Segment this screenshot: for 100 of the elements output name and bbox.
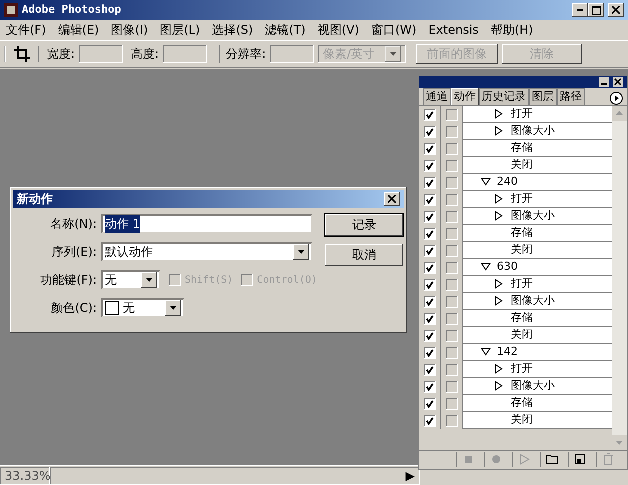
panel-tab[interactable]: 路径 (557, 88, 585, 105)
dialog-toggle-box[interactable] (446, 126, 458, 138)
enable-checkbox[interactable] (424, 398, 436, 410)
maximize-button[interactable] (588, 3, 604, 17)
dropdown-arrow-button[interactable] (141, 272, 157, 288)
dialog-toggle-box[interactable] (446, 296, 458, 308)
menu-item[interactable]: 滤镜(T) (259, 21, 312, 39)
action-step-label[interactable]: 打开 (511, 360, 533, 378)
checkmark-icon (426, 212, 434, 220)
dialog-toggle-box[interactable] (446, 398, 458, 410)
action-set-label[interactable]: 630 (497, 258, 518, 276)
zoom-field[interactable]: 33.33% (0, 466, 50, 484)
dialog-toggle-box[interactable] (446, 108, 458, 120)
menu-item[interactable]: 文件(F) (0, 21, 52, 39)
close-button[interactable] (613, 77, 623, 87)
action-step-label[interactable]: 存储 (511, 310, 533, 326)
dialog-toggle-box[interactable] (446, 176, 458, 188)
action-step-label[interactable]: 关闭 (511, 156, 533, 174)
enable-checkbox[interactable] (424, 108, 436, 120)
enable-checkbox[interactable] (424, 176, 436, 188)
enable-checkbox[interactable] (424, 278, 436, 290)
dialog-toggle-box[interactable] (446, 142, 458, 154)
enable-checkbox[interactable] (424, 194, 436, 206)
action-step-label[interactable]: 存储 (511, 224, 533, 242)
dialog-toggle-box[interactable] (446, 262, 458, 274)
menu-item[interactable]: 编辑(E) (52, 21, 106, 39)
dialog-button[interactable]: 记录 (325, 214, 404, 236)
field-label: 颜色(C): (50, 300, 97, 317)
input-field[interactable] (163, 45, 208, 63)
panel-tab[interactable]: 通道 (423, 88, 451, 105)
menu-item[interactable]: 视图(V) (312, 21, 366, 39)
enable-checkbox[interactable] (424, 262, 436, 274)
dialog-toggle-box[interactable] (446, 194, 458, 206)
enable-checkbox[interactable] (424, 244, 436, 256)
set-select[interactable]: 默认动作 (101, 242, 313, 262)
dialog-toggle-box[interactable] (446, 380, 458, 392)
dialog-toggle-box[interactable] (446, 278, 458, 290)
panel-tab[interactable]: 图层 (529, 88, 557, 105)
menu-item[interactable]: 选择(S) (206, 21, 260, 39)
status-menu-arrow[interactable]: ▶ (402, 466, 419, 484)
dialog-toggle-box[interactable] (446, 364, 458, 376)
dialog-toggle-box[interactable] (446, 330, 458, 342)
input-field[interactable] (79, 45, 124, 63)
expanded-triangle-icon[interactable] (481, 178, 491, 186)
minimize-button[interactable] (599, 77, 609, 87)
expanded-triangle-icon[interactable] (481, 348, 491, 356)
action-step-label[interactable]: 打开 (511, 190, 533, 208)
dialog-toggle-box[interactable] (446, 414, 458, 426)
function-key-select[interactable]: 无 (101, 270, 161, 290)
action-step-label[interactable]: 关闭 (511, 326, 533, 344)
field-label: 分辨率: (219, 45, 266, 63)
enable-checkbox[interactable] (424, 346, 436, 358)
dropdown-arrow-icon (170, 306, 176, 310)
menu-item[interactable]: 图像(I) (105, 21, 154, 39)
input-field[interactable] (270, 45, 314, 63)
dialog-toggle-box[interactable] (446, 160, 458, 172)
dropdown-arrow-button[interactable] (293, 244, 309, 260)
enable-checkbox[interactable] (424, 228, 436, 240)
menu-item[interactable]: 帮助(H) (484, 21, 540, 39)
expanded-triangle-icon[interactable] (481, 263, 491, 271)
enable-checkbox[interactable] (424, 210, 436, 222)
field-label: 高度: (131, 46, 160, 63)
action-step-label[interactable]: 关闭 (511, 412, 533, 428)
dialog-toggle-box[interactable] (446, 312, 458, 324)
menu-item[interactable]: 窗口(W) (365, 21, 423, 39)
enable-checkbox[interactable] (424, 364, 436, 376)
color-select[interactable]: 无 (101, 298, 185, 318)
dialog-toggle-box[interactable] (446, 244, 458, 256)
enable-checkbox[interactable] (424, 414, 436, 426)
enable-checkbox[interactable] (424, 160, 436, 172)
action-set-label[interactable]: 240 (497, 174, 518, 190)
enable-checkbox[interactable] (424, 296, 436, 308)
checkmark-icon (426, 144, 434, 152)
checkmark-icon (426, 382, 434, 390)
menu-item[interactable]: Extensis (422, 21, 485, 39)
enable-checkbox[interactable] (424, 126, 436, 138)
action-step-label[interactable]: 存储 (511, 394, 533, 412)
action-set-label[interactable]: 142 (497, 344, 518, 360)
dialog-button[interactable]: 取消 (325, 244, 404, 266)
enable-checkbox[interactable] (424, 330, 436, 342)
enable-checkbox[interactable] (424, 380, 436, 392)
enable-checkbox[interactable] (424, 312, 436, 324)
action-step-label[interactable]: 关闭 (511, 242, 533, 258)
name-input[interactable]: 动作 1 (101, 214, 313, 234)
panel-tab[interactable]: 动作 (451, 88, 479, 105)
action-step-label[interactable]: 打开 (511, 106, 533, 122)
crop-tool-button[interactable] (4, 46, 39, 62)
action-step-label[interactable]: 打开 (511, 276, 533, 292)
minimize-button[interactable] (572, 3, 588, 17)
panel-menu-icon[interactable] (610, 92, 623, 105)
enable-checkbox[interactable] (424, 142, 436, 154)
dialog-toggle-box[interactable] (446, 210, 458, 222)
close-icon (388, 195, 396, 203)
close-icon (612, 6, 620, 14)
panel-tab[interactable]: 历史记录 (479, 88, 529, 105)
dialog-toggle-box[interactable] (446, 228, 458, 240)
menu-item[interactable]: 图层(L) (154, 21, 206, 39)
action-step-label[interactable]: 存储 (511, 140, 533, 156)
dropdown-arrow-button[interactable] (165, 300, 181, 316)
dialog-toggle-box[interactable] (446, 346, 458, 358)
